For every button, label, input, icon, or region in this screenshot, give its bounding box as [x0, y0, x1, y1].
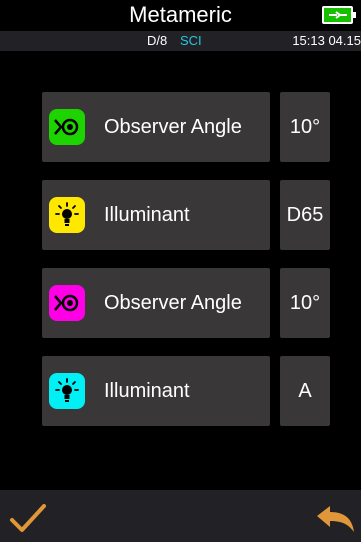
- eye-icon: [49, 109, 85, 145]
- clock: 15:13 04.15: [292, 33, 361, 48]
- row-illuminant-1[interactable]: Illuminant D65: [42, 180, 330, 250]
- row-observer-angle-2[interactable]: Observer Angle 10°: [42, 268, 330, 338]
- illuminant-value[interactable]: A: [280, 356, 330, 426]
- bulb-icon: [49, 373, 85, 409]
- back-arrow-icon: [317, 506, 354, 532]
- title-bar: Metameric: [0, 0, 361, 30]
- observer-angle-button[interactable]: Observer Angle: [42, 92, 270, 162]
- illuminant-button[interactable]: Illuminant: [42, 356, 270, 426]
- row-label: Illuminant: [104, 204, 190, 226]
- row-observer-angle-1[interactable]: Observer Angle 10°: [42, 92, 330, 162]
- row-label: Observer Angle: [104, 116, 242, 138]
- observer-angle-value[interactable]: 10°: [280, 92, 330, 162]
- status-bar: D/8 SCI 15:13 04.15: [0, 31, 361, 51]
- eye-icon: [49, 285, 85, 321]
- mode-label: SCI: [180, 33, 202, 48]
- settings-panel: Observer Angle 10° Illuminant D65 Observ…: [0, 51, 361, 490]
- battery-charging-icon: [322, 6, 356, 24]
- row-label: Illuminant: [104, 380, 190, 402]
- illuminant-button[interactable]: Illuminant: [42, 180, 270, 250]
- bulb-icon: [49, 197, 85, 233]
- checkmark-icon: [10, 504, 46, 532]
- page-title: Metameric: [129, 2, 232, 27]
- back-button[interactable]: [314, 500, 356, 536]
- confirm-button[interactable]: [8, 500, 48, 536]
- row-illuminant-2[interactable]: Illuminant A: [42, 356, 330, 426]
- observer-angle-value[interactable]: 10°: [280, 268, 330, 338]
- bottom-bar: [0, 490, 361, 542]
- illuminant-value[interactable]: D65: [280, 180, 330, 250]
- observer-angle-button[interactable]: Observer Angle: [42, 268, 270, 338]
- row-label: Observer Angle: [104, 292, 242, 314]
- geometry-label: D/8: [147, 33, 168, 48]
